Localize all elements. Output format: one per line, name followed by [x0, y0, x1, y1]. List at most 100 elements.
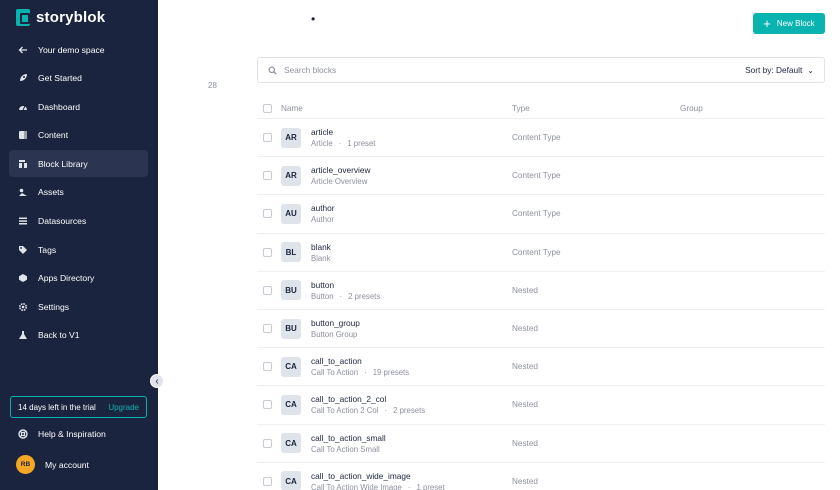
- name-cell: AR article_overview Article Overview: [257, 165, 512, 186]
- block-technical-name[interactable]: button: [311, 280, 380, 290]
- sidebar-item-label: Your demo space: [38, 44, 105, 55]
- table-row[interactable]: CA call_to_action_2_col Call To Action 2…: [257, 386, 825, 425]
- sidebar-item-your-demo-space[interactable]: Your demo space: [9, 36, 148, 63]
- row-checkbox[interactable]: [263, 400, 272, 410]
- sidebar-item-label: Datasources: [38, 216, 87, 227]
- block-subtitle: Button Group: [311, 330, 360, 339]
- sidebar-item-label: Dashboard: [38, 101, 81, 112]
- row-checkbox[interactable]: [263, 438, 272, 448]
- sidebar-item-dashboard[interactable]: Dashboard: [9, 93, 148, 120]
- sidebar-item-label: Assets: [38, 187, 64, 198]
- separator-dot: ·: [384, 406, 388, 416]
- table-row[interactable]: CA call_to_action Call To Action · 19 pres…: [257, 348, 825, 387]
- sidebar-item-content[interactable]: Content: [9, 122, 148, 149]
- table-header: Name Type Group: [257, 98, 825, 119]
- separator-dot: ·: [338, 139, 342, 149]
- block-presets: 1 preset: [347, 139, 376, 149]
- block-technical-name[interactable]: author: [311, 203, 335, 213]
- name-cell: AR article Article · 1 preset: [257, 127, 512, 148]
- row-checkbox[interactable]: [263, 247, 272, 257]
- table-row[interactable]: CA call_to_action_wide_image Call To Act…: [257, 463, 825, 490]
- account-label: My account: [45, 459, 89, 470]
- table-row[interactable]: BL blank Blank Content Type: [257, 234, 825, 272]
- block-technical-name[interactable]: article_overview: [311, 165, 370, 175]
- page-title-fragment: •: [311, 12, 316, 26]
- block-name: author Author: [311, 203, 335, 224]
- row-checkbox[interactable]: [263, 209, 272, 219]
- my-account[interactable]: RB My account: [16, 455, 89, 474]
- sidebar-item-label: Tags: [38, 244, 57, 255]
- name-cell: BU button Button · 2 presets: [257, 280, 512, 301]
- gauge-icon: [18, 102, 28, 112]
- sidebar-item-apps-directory[interactable]: Apps Directory: [9, 265, 148, 292]
- trial-banner[interactable]: 14 days left in the trial Upgrade: [10, 396, 147, 418]
- block-technical-name[interactable]: button_group: [311, 318, 360, 328]
- block-subtitle: Article Overview: [311, 177, 370, 186]
- block-count: 28: [208, 81, 217, 90]
- new-block-label: New Block: [776, 19, 815, 28]
- block-technical-name[interactable]: blank: [311, 242, 331, 252]
- sidebar-item-assets[interactable]: Assets: [9, 179, 148, 206]
- search-input[interactable]: [284, 65, 746, 75]
- sidebar-item-datasources[interactable]: Datasources: [9, 208, 148, 235]
- block-technical-name[interactable]: call_to_action_2_col: [311, 394, 425, 404]
- type-cell: Nested: [512, 438, 538, 448]
- type-cell: Content Type: [512, 133, 561, 143]
- search-bar: Sort by: Default ⌄: [257, 57, 825, 83]
- group-column-header: Group: [680, 103, 703, 113]
- block-name: button_group Button Group: [311, 318, 360, 339]
- logo[interactable]: storyblok: [16, 9, 105, 26]
- table-row[interactable]: AR article_overview Article Overview Con…: [257, 157, 825, 196]
- help-label: Help & Inspiration: [38, 429, 106, 439]
- table-row[interactable]: AR article Article · 1 preset Content Type: [257, 119, 825, 158]
- row-checkbox[interactable]: [263, 285, 272, 295]
- brand-name: storyblok: [36, 9, 106, 26]
- block-badge: BL: [281, 242, 301, 263]
- separator-dot: ·: [339, 291, 343, 301]
- blocks-icon: [18, 159, 28, 169]
- row-checkbox[interactable]: [263, 324, 272, 334]
- row-checkbox[interactable]: [263, 476, 272, 486]
- block-display-name: Button: [311, 291, 334, 301]
- sidebar-item-settings[interactable]: Settings: [9, 293, 148, 320]
- name-cell: BL blank Blank: [257, 242, 512, 263]
- sidebar-item-label: Apps Directory: [38, 273, 95, 284]
- block-name: blank Blank: [311, 242, 331, 263]
- chevron-down-icon: ⌄: [807, 65, 814, 75]
- block-technical-name[interactable]: call_to_action_small: [311, 433, 386, 443]
- block-subtitle: Article · 1 preset: [311, 139, 375, 148]
- name-cell: AU author Author: [257, 203, 512, 224]
- block-display-name: Blank: [311, 253, 331, 263]
- block-technical-name[interactable]: call_to_action: [311, 356, 409, 366]
- table-row[interactable]: BU button Button · 2 presets Nested: [257, 272, 825, 310]
- block-technical-name[interactable]: call_to_action_wide_image: [311, 471, 445, 481]
- block-technical-name[interactable]: article: [311, 127, 375, 137]
- assets-icon: [18, 187, 28, 197]
- content-icon: [18, 130, 28, 140]
- row-checkbox[interactable]: [263, 133, 272, 143]
- sidebar-item-tags[interactable]: Tags: [9, 236, 148, 263]
- table-row[interactable]: CA call_to_action_small Call To Action S…: [257, 425, 825, 463]
- sidebar-item-block-library[interactable]: Block Library: [9, 150, 148, 178]
- sidebar-item-label: Back to V1: [38, 330, 80, 341]
- name-cell: CA call_to_action_2_col Call To Action 2…: [257, 394, 512, 415]
- row-checkbox[interactable]: [263, 171, 272, 181]
- table-row[interactable]: AU author Author Content Type: [257, 195, 825, 234]
- arrow-left-icon: [18, 45, 28, 55]
- type-cell: Nested: [512, 476, 538, 486]
- upgrade-link[interactable]: Upgrade: [108, 403, 139, 412]
- row-checkbox[interactable]: [263, 362, 272, 372]
- block-display-name: Call To Action 2 Col: [311, 406, 379, 416]
- sidebar-item-back-to-v1[interactable]: Back to V1: [9, 322, 148, 349]
- select-all-checkbox[interactable]: [263, 103, 272, 113]
- sidebar-item-get-started[interactable]: Get Started: [9, 65, 148, 92]
- table-row[interactable]: BU button_group Button Group Nested: [257, 310, 825, 349]
- block-badge: AU: [281, 203, 301, 224]
- sort-dropdown[interactable]: Sort by: Default ⌄: [745, 65, 814, 75]
- block-name: article_overview Article Overview: [311, 165, 370, 186]
- help-inspiration[interactable]: Help & Inspiration: [18, 429, 106, 439]
- avatar: RB: [16, 455, 35, 474]
- block-badge: AR: [281, 127, 301, 148]
- new-block-button[interactable]: + New Block: [753, 13, 825, 34]
- block-badge: BU: [281, 318, 301, 339]
